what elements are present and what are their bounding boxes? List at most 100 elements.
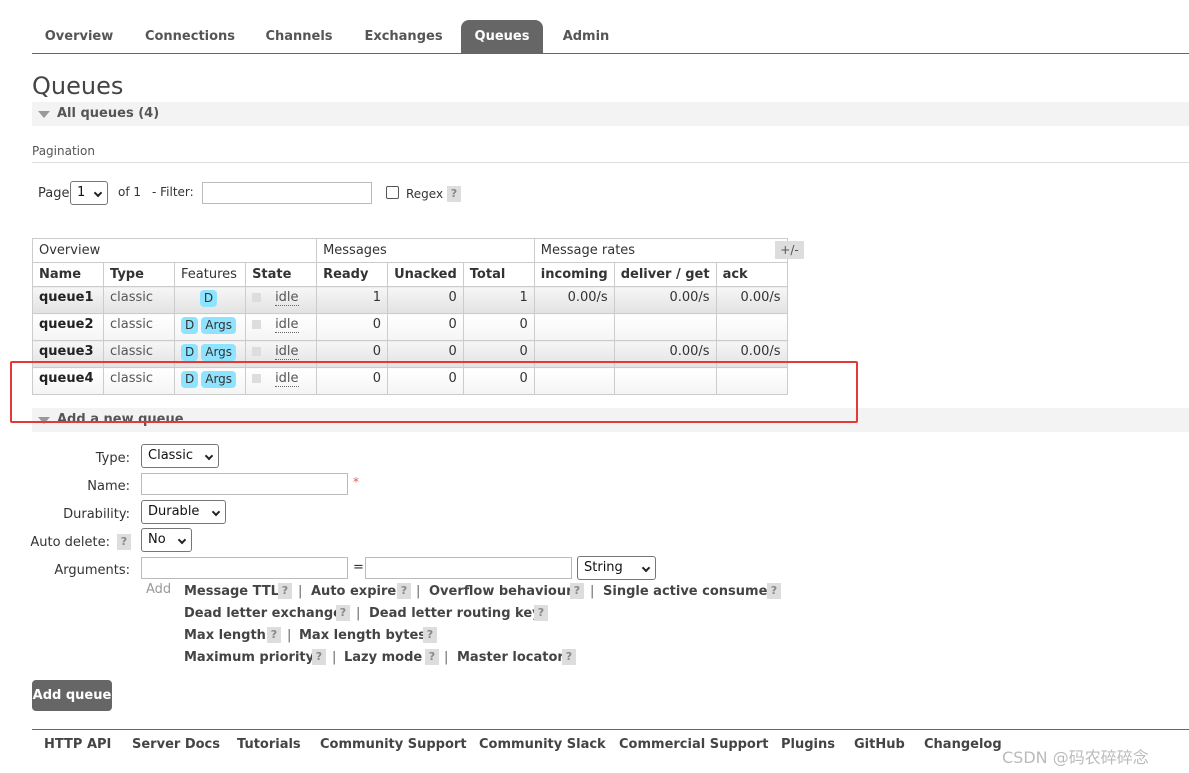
add-queue-button[interactable]: Add queue (32, 680, 112, 711)
help-icon[interactable]: ? (312, 649, 326, 665)
regex-help-icon[interactable]: ? (447, 186, 461, 202)
filter-input[interactable] (202, 182, 372, 204)
auto-delete-help-icon[interactable]: ? (117, 534, 131, 550)
help-icon[interactable]: ? (425, 649, 439, 665)
ready-count: 1 (316, 286, 389, 314)
argument-type-select[interactable]: String (577, 556, 656, 580)
footer-community-slack-link[interactable]: Community Slack (479, 737, 606, 752)
footer-community-support-link[interactable]: Community Support (320, 737, 467, 752)
separator: | (444, 650, 449, 665)
queue-name-link[interactable]: queue2 (32, 313, 104, 341)
help-icon[interactable]: ? (278, 583, 292, 599)
footer-commercial-support-link[interactable]: Commercial Support (619, 737, 769, 752)
help-icon[interactable]: ? (562, 649, 576, 665)
unacked-count: 0 (387, 286, 464, 314)
separator: | (356, 606, 361, 621)
arg-message-ttl-link[interactable]: Message TTL (184, 584, 279, 599)
collapse-triangle-icon (38, 417, 50, 424)
table-row: queue1 classic D idle 1 0 1 0.00/s 0.00/… (32, 286, 788, 314)
arg-max-length-link[interactable]: Max length (184, 628, 266, 643)
tab-overview[interactable]: Overview (32, 20, 126, 53)
required-marker: * (353, 475, 359, 489)
footer-http-api-link[interactable]: HTTP API (44, 737, 111, 752)
help-icon[interactable]: ? (267, 627, 281, 643)
help-icon[interactable]: ? (423, 627, 437, 643)
all-queues-label: All queues (4) (57, 106, 160, 121)
argument-value-input[interactable] (365, 557, 572, 579)
auto-delete-select[interactable]: No (141, 528, 192, 552)
total-count: 0 (462, 340, 535, 368)
col-deliver-get[interactable]: deliver / get (613, 262, 717, 287)
argument-key-input[interactable] (141, 557, 348, 579)
ack-rate: 0.00/s (715, 340, 788, 368)
name-label: Name: (87, 479, 130, 494)
name-input[interactable] (141, 473, 348, 495)
help-icon[interactable]: ? (570, 583, 584, 599)
all-queues-toggle[interactable]: All queues (4) (32, 102, 1189, 126)
arg-master-locator-link[interactable]: Master locator (457, 650, 564, 665)
tab-admin[interactable]: Admin (549, 20, 623, 53)
col-unacked[interactable]: Unacked (387, 262, 464, 287)
queue-name-link[interactable]: queue1 (32, 286, 104, 314)
group-message-rates: Message rates (533, 238, 788, 263)
queue-name-link[interactable]: queue4 (32, 367, 104, 395)
arg-auto-expire-link[interactable]: Auto expire (311, 584, 396, 599)
footer-changelog-link[interactable]: Changelog (924, 737, 1002, 752)
footer-tutorials-link[interactable]: Tutorials (237, 737, 301, 752)
help-icon[interactable]: ? (336, 605, 350, 621)
add-queue-toggle[interactable]: Add a new queue (32, 408, 1189, 432)
arg-maximum-priority-link[interactable]: Maximum priority (184, 650, 314, 665)
regex-checkbox[interactable] (386, 186, 399, 199)
tab-queues[interactable]: Queues (461, 20, 543, 53)
help-icon[interactable]: ? (767, 583, 781, 599)
page-select[interactable]: 1 (70, 181, 108, 205)
page-of-label: of 1 (118, 185, 142, 199)
queue-type: classic (103, 367, 175, 395)
tab-connections[interactable]: Connections (132, 20, 248, 53)
separator: | (332, 650, 337, 665)
arg-max-length-bytes-link[interactable]: Max length bytes (299, 628, 426, 643)
durability-select[interactable]: Durable (141, 500, 226, 524)
col-type[interactable]: Type (103, 262, 175, 287)
queue-state: idle (275, 290, 299, 306)
ack-rate: 0.00/s (715, 286, 788, 314)
separator: | (416, 584, 421, 599)
collapse-triangle-icon (38, 111, 50, 118)
arg-dead-letter-routing-key-link[interactable]: Dead letter routing key (369, 606, 541, 621)
chevron-down-icon (204, 451, 214, 461)
help-icon[interactable]: ? (534, 605, 548, 621)
tab-exchanges[interactable]: Exchanges (352, 20, 455, 53)
group-messages: Messages (316, 238, 535, 263)
col-name[interactable]: Name (32, 262, 104, 287)
col-ready[interactable]: Ready (316, 262, 389, 287)
arg-dead-letter-exchange-link[interactable]: Dead letter exchange (184, 606, 342, 621)
queue-state: idle (275, 344, 299, 360)
state-icon (252, 293, 262, 302)
ready-count: 0 (316, 340, 389, 368)
col-total[interactable]: Total (462, 262, 535, 287)
help-icon[interactable]: ? (397, 583, 411, 599)
footer-server-docs-link[interactable]: Server Docs (132, 737, 220, 752)
column-toggle-button[interactable]: +/- (775, 241, 804, 259)
separator: | (287, 628, 292, 643)
total-count: 0 (462, 367, 535, 395)
divider (32, 162, 1189, 163)
arg-lazy-mode-link[interactable]: Lazy mode (344, 650, 422, 665)
feature-args-badge: Args (201, 371, 237, 388)
equals-sign: = (353, 560, 364, 575)
queue-name-link[interactable]: queue3 (32, 340, 104, 368)
col-state[interactable]: State (245, 262, 318, 287)
col-ack[interactable]: ack (715, 262, 788, 287)
durability-label: Durability: (63, 507, 130, 522)
arg-single-active-consumer-link[interactable]: Single active consumer (603, 584, 774, 599)
queues-table: Overview Messages Message rates Name Typ… (31, 238, 788, 395)
footer-plugins-link[interactable]: Plugins (781, 737, 835, 752)
state-icon (252, 347, 262, 356)
footer-github-link[interactable]: GitHub (854, 737, 905, 752)
arg-overflow-behaviour-link[interactable]: Overflow behaviour (429, 584, 573, 599)
filter-label: - Filter: (152, 185, 194, 199)
type-select[interactable]: Classic (141, 444, 219, 468)
table-row: queue2 classic D Args idle 0 0 0 (32, 313, 788, 341)
tab-channels[interactable]: Channels (254, 20, 344, 53)
col-incoming[interactable]: incoming (533, 262, 615, 287)
